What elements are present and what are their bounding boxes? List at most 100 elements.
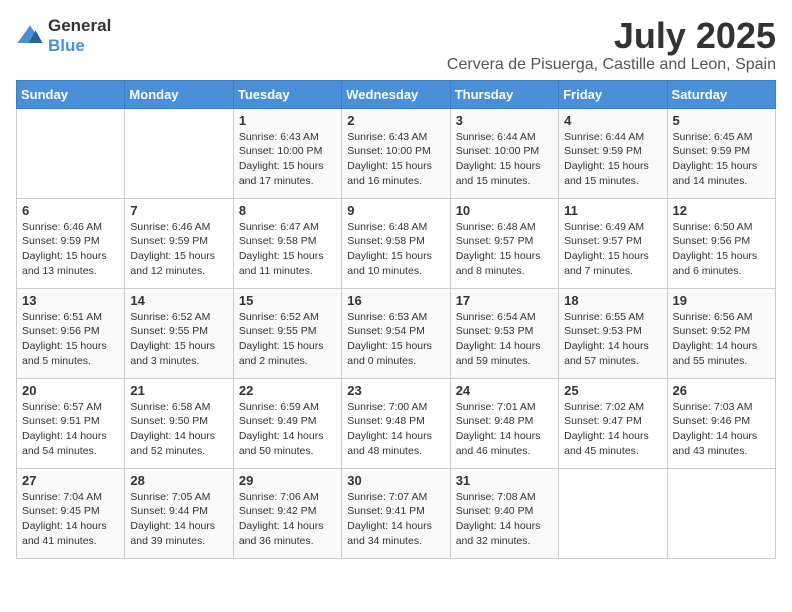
day-number: 16	[347, 293, 444, 308]
calendar-cell: 28 Sunrise: 7:05 AM Sunset: 9:44 PM Dayli…	[125, 468, 233, 558]
day-number: 4	[564, 113, 661, 128]
calendar-cell: 5 Sunrise: 6:45 AM Sunset: 9:59 PM Daylig…	[667, 108, 775, 198]
day-number: 17	[456, 293, 553, 308]
calendar-cell: 31Sunrise: 7:08 AM Sunset: 9:40 PM Dayli…	[450, 468, 558, 558]
calendar-cell: 23 Sunrise: 7:00 AM Sunset: 9:48 PM Dayli…	[342, 378, 450, 468]
weekday-header: Monday	[125, 80, 233, 108]
day-number: 26	[673, 383, 770, 398]
calendar-cell: 10 Sunrise: 6:48 AM Sunset: 9:57 PM Dayli…	[450, 198, 558, 288]
day-detail: Sunrise: 7:01 AM Sunset: 9:48 PM Dayligh…	[456, 400, 553, 459]
day-detail: Sunrise: 6:44 AM Sunset: 10:00 PM Daylig…	[456, 130, 553, 189]
day-detail: Sunrise: 6:54 AM Sunset: 9:53 PM Dayligh…	[456, 310, 553, 369]
header: General Blue July 2025 Cervera de Pisuer…	[16, 16, 776, 74]
calendar-cell: 9Sunrise: 6:48 AM Sunset: 9:58 PM Daylig…	[342, 198, 450, 288]
calendar-cell: 17 Sunrise: 6:54 AM Sunset: 9:53 PM Dayli…	[450, 288, 558, 378]
day-number: 14	[130, 293, 227, 308]
day-detail: Sunrise: 7:08 AM Sunset: 9:40 PM Dayligh…	[456, 490, 553, 549]
day-detail: Sunrise: 6:43 AM Sunset: 10:00 PM Daylig…	[239, 130, 336, 189]
day-detail: Sunrise: 6:57 AM Sunset: 9:51 PM Dayligh…	[22, 400, 119, 459]
day-number: 8	[239, 203, 336, 218]
day-number: 21	[130, 383, 227, 398]
calendar-cell: 15 Sunrise: 6:52 AM Sunset: 9:55 PM Dayli…	[233, 288, 341, 378]
day-detail: Sunrise: 6:45 AM Sunset: 9:59 PM Dayligh…	[673, 130, 770, 189]
logo-icon	[16, 22, 44, 50]
calendar-week-row: 13 Sunrise: 6:51 AM Sunset: 9:56 PM Dayli…	[17, 288, 776, 378]
day-detail: Sunrise: 6:49 AM Sunset: 9:57 PM Dayligh…	[564, 220, 661, 279]
day-detail: Sunrise: 7:07 AM Sunset: 9:41 PM Dayligh…	[347, 490, 444, 549]
calendar-cell: 30 Sunrise: 7:07 AM Sunset: 9:41 PM Dayli…	[342, 468, 450, 558]
day-number: 1	[239, 113, 336, 128]
day-number: 22	[239, 383, 336, 398]
calendar-cell: 19Sunrise: 6:56 AM Sunset: 9:52 PM Dayli…	[667, 288, 775, 378]
day-number: 3	[456, 113, 553, 128]
calendar-cell: 27Sunrise: 7:04 AM Sunset: 9:45 PM Dayli…	[17, 468, 125, 558]
day-number: 2	[347, 113, 444, 128]
day-detail: Sunrise: 7:00 AM Sunset: 9:48 PM Dayligh…	[347, 400, 444, 459]
calendar-cell: 12 Sunrise: 6:50 AM Sunset: 9:56 PM Dayli…	[667, 198, 775, 288]
weekday-header: Tuesday	[233, 80, 341, 108]
day-number: 7	[130, 203, 227, 218]
logo: General Blue	[16, 16, 111, 56]
day-detail: Sunrise: 6:53 AM Sunset: 9:54 PM Dayligh…	[347, 310, 444, 369]
day-detail: Sunrise: 7:06 AM Sunset: 9:42 PM Dayligh…	[239, 490, 336, 549]
calendar-cell: 18 Sunrise: 6:55 AM Sunset: 9:53 PM Dayli…	[559, 288, 667, 378]
calendar-title: July 2025	[447, 16, 776, 56]
day-detail: Sunrise: 6:58 AM Sunset: 9:50 PM Dayligh…	[130, 400, 227, 459]
day-detail: Sunrise: 6:55 AM Sunset: 9:53 PM Dayligh…	[564, 310, 661, 369]
calendar-cell: 20Sunrise: 6:57 AM Sunset: 9:51 PM Dayli…	[17, 378, 125, 468]
day-detail: Sunrise: 6:44 AM Sunset: 9:59 PM Dayligh…	[564, 130, 661, 189]
day-detail: Sunrise: 7:05 AM Sunset: 9:44 PM Dayligh…	[130, 490, 227, 549]
day-number: 27	[22, 473, 119, 488]
day-number: 15	[239, 293, 336, 308]
day-number: 24	[456, 383, 553, 398]
calendar-cell: 14 Sunrise: 6:52 AM Sunset: 9:55 PM Dayli…	[125, 288, 233, 378]
day-detail: Sunrise: 7:03 AM Sunset: 9:46 PM Dayligh…	[673, 400, 770, 459]
day-number: 28	[130, 473, 227, 488]
day-number: 18	[564, 293, 661, 308]
calendar-cell	[559, 468, 667, 558]
day-detail: Sunrise: 6:52 AM Sunset: 9:55 PM Dayligh…	[239, 310, 336, 369]
calendar-cell: 16 Sunrise: 6:53 AM Sunset: 9:54 PM Dayli…	[342, 288, 450, 378]
title-block: July 2025 Cervera de Pisuerga, Castille …	[447, 16, 776, 74]
day-detail: Sunrise: 6:48 AM Sunset: 9:57 PM Dayligh…	[456, 220, 553, 279]
calendar-cell: 8Sunrise: 6:47 AM Sunset: 9:58 PM Daylig…	[233, 198, 341, 288]
calendar-cell: 24 Sunrise: 7:01 AM Sunset: 9:48 PM Dayli…	[450, 378, 558, 468]
logo-blue: Blue	[48, 36, 111, 56]
calendar-cell	[125, 108, 233, 198]
day-number: 13	[22, 293, 119, 308]
day-detail: Sunrise: 6:56 AM Sunset: 9:52 PM Dayligh…	[673, 310, 770, 369]
day-number: 23	[347, 383, 444, 398]
weekday-header: Sunday	[17, 80, 125, 108]
day-number: 9	[347, 203, 444, 218]
calendar-subtitle: Cervera de Pisuerga, Castille and Leon, …	[447, 56, 776, 74]
day-detail: Sunrise: 6:50 AM Sunset: 9:56 PM Dayligh…	[673, 220, 770, 279]
day-number: 25	[564, 383, 661, 398]
calendar-cell: 26 Sunrise: 7:03 AM Sunset: 9:46 PM Dayli…	[667, 378, 775, 468]
calendar-cell: 21 Sunrise: 6:58 AM Sunset: 9:50 PM Dayli…	[125, 378, 233, 468]
calendar-cell: 3 Sunrise: 6:44 AM Sunset: 10:00 PM Dayli…	[450, 108, 558, 198]
day-detail: Sunrise: 6:52 AM Sunset: 9:55 PM Dayligh…	[130, 310, 227, 369]
day-detail: Sunrise: 6:51 AM Sunset: 9:56 PM Dayligh…	[22, 310, 119, 369]
calendar-cell: 11 Sunrise: 6:49 AM Sunset: 9:57 PM Dayli…	[559, 198, 667, 288]
day-number: 5	[673, 113, 770, 128]
calendar-cell: 13 Sunrise: 6:51 AM Sunset: 9:56 PM Dayli…	[17, 288, 125, 378]
day-number: 11	[564, 203, 661, 218]
weekday-header: Friday	[559, 80, 667, 108]
day-number: 30	[347, 473, 444, 488]
calendar-cell: 4 Sunrise: 6:44 AM Sunset: 9:59 PM Daylig…	[559, 108, 667, 198]
calendar-week-row: 27Sunrise: 7:04 AM Sunset: 9:45 PM Dayli…	[17, 468, 776, 558]
calendar-cell: 7 Sunrise: 6:46 AM Sunset: 9:59 PM Daylig…	[125, 198, 233, 288]
weekday-header: Saturday	[667, 80, 775, 108]
calendar-week-row: 1 Sunrise: 6:43 AM Sunset: 10:00 PM Dayli…	[17, 108, 776, 198]
day-detail: Sunrise: 6:43 AM Sunset: 10:00 PM Daylig…	[347, 130, 444, 189]
day-number: 10	[456, 203, 553, 218]
calendar-week-row: 6Sunrise: 6:46 AM Sunset: 9:59 PM Daylig…	[17, 198, 776, 288]
calendar-cell: 6Sunrise: 6:46 AM Sunset: 9:59 PM Daylig…	[17, 198, 125, 288]
calendar-cell	[17, 108, 125, 198]
day-number: 12	[673, 203, 770, 218]
day-detail: Sunrise: 6:46 AM Sunset: 9:59 PM Dayligh…	[130, 220, 227, 279]
calendar-cell	[667, 468, 775, 558]
calendar-week-row: 20Sunrise: 6:57 AM Sunset: 9:51 PM Dayli…	[17, 378, 776, 468]
logo-general: General	[48, 16, 111, 36]
calendar-cell: 22Sunrise: 6:59 AM Sunset: 9:49 PM Dayli…	[233, 378, 341, 468]
